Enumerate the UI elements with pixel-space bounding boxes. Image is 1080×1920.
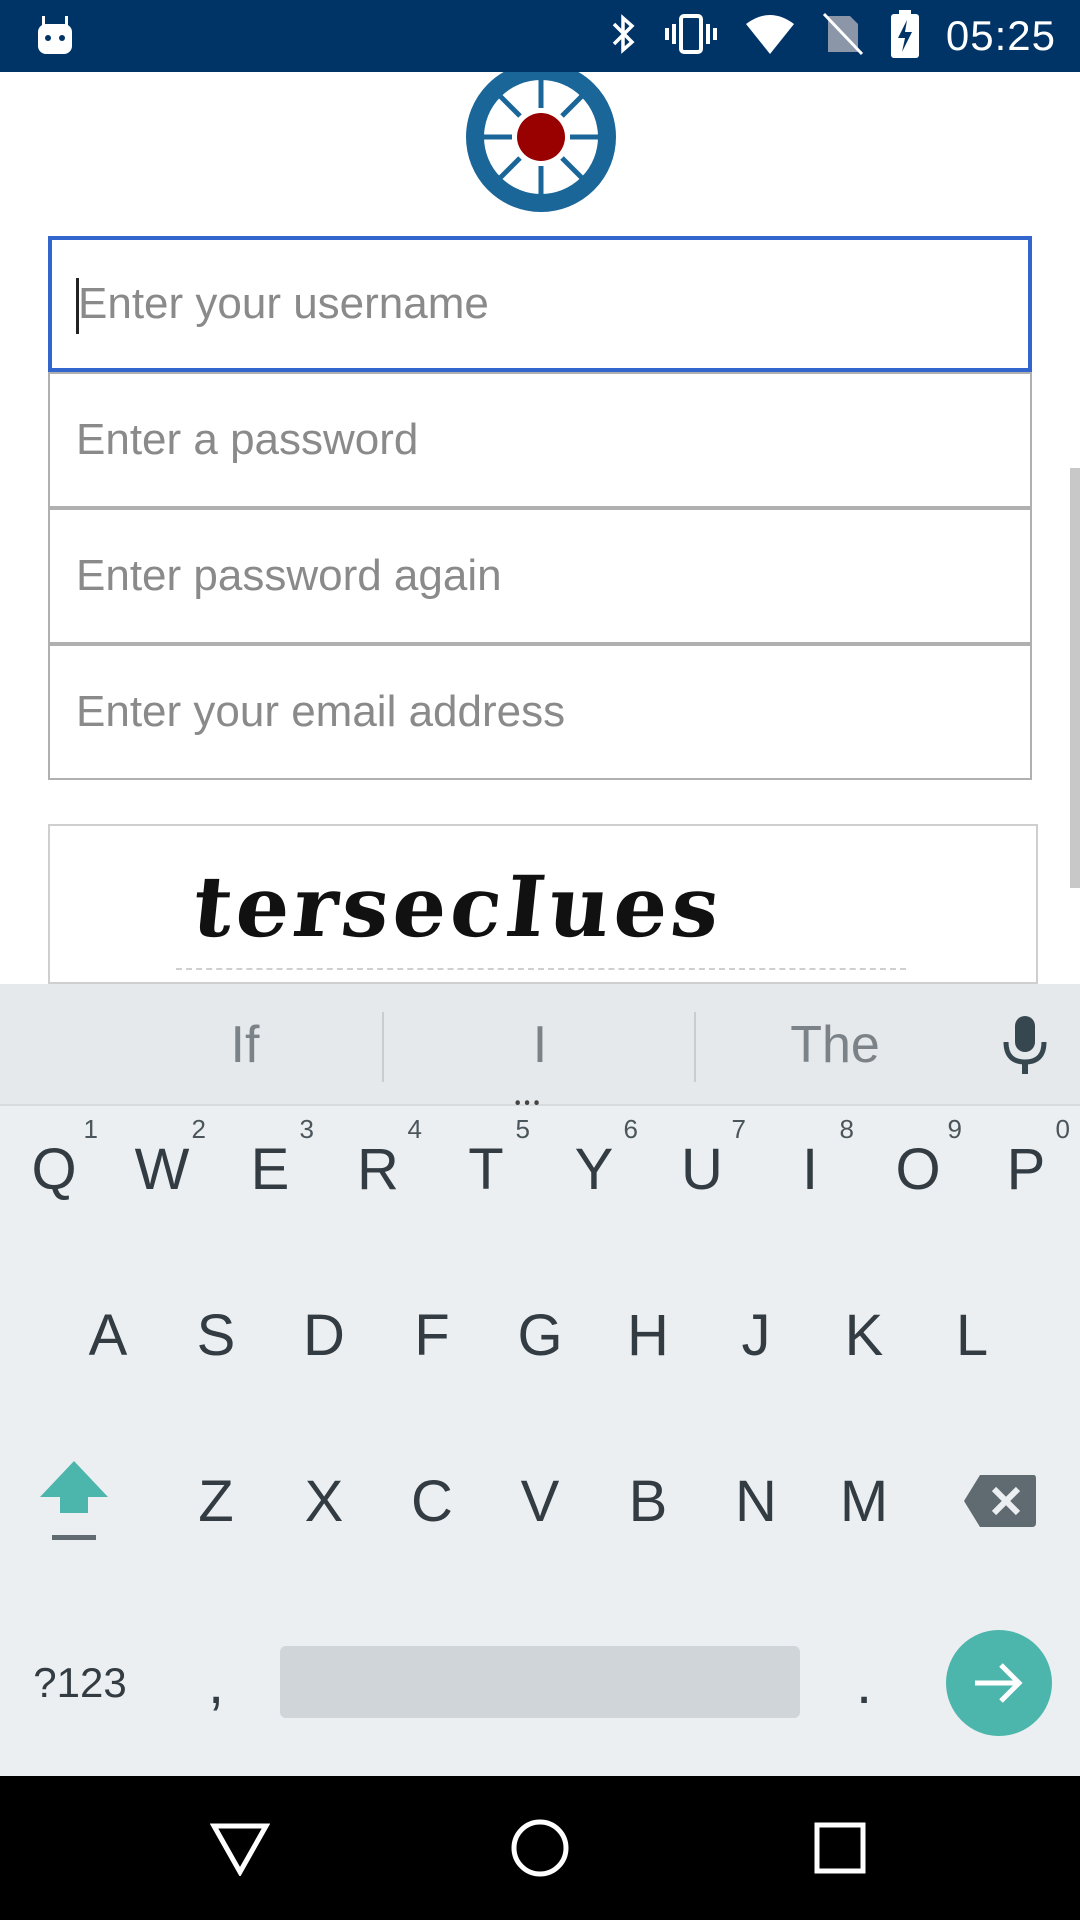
key-label: I <box>801 1136 819 1202</box>
key-hint: 8 <box>839 1114 854 1144</box>
backspace-icon <box>964 1475 1036 1527</box>
key-x[interactable]: X <box>274 1436 374 1566</box>
key-label: W <box>134 1136 190 1202</box>
suggestion-divider <box>382 1012 384 1082</box>
key-hint: 6 <box>623 1114 638 1144</box>
space-bar[interactable] <box>280 1646 800 1718</box>
status-bar: 05:25 <box>0 0 1080 72</box>
password-again-field[interactable]: Enter password again <box>48 508 1032 644</box>
suggestion-2[interactable]: I <box>400 984 680 1106</box>
home-button[interactable] <box>470 1776 610 1920</box>
email-field[interactable]: Enter your email address <box>48 644 1032 780</box>
shift-icon <box>40 1461 108 1540</box>
captcha-box: tersecIues <box>48 824 1038 984</box>
key-label: P <box>1006 1136 1046 1202</box>
recents-square-icon <box>814 1822 866 1874</box>
soft-keyboard: If I The ••• Q1 W2 E3 R4 T5 Y6 U7 I8 O9 … <box>0 984 1080 1776</box>
comma-key[interactable]: , <box>166 1618 266 1748</box>
key-label: Y <box>574 1136 614 1202</box>
back-button[interactable] <box>170 1776 310 1920</box>
key-g[interactable]: G <box>490 1270 590 1400</box>
key-l[interactable]: L <box>922 1270 1022 1400</box>
app-logo <box>464 72 618 214</box>
signup-form: Enter your username Enter a password Ent… <box>0 72 1080 984</box>
key-t[interactable]: T5 <box>436 1104 536 1234</box>
key-hint: 5 <box>515 1114 530 1144</box>
key-r[interactable]: R4 <box>328 1104 428 1234</box>
battery-charging-icon <box>890 10 920 62</box>
key-w[interactable]: W2 <box>112 1104 212 1234</box>
password-again-placeholder: Enter password again <box>76 551 502 600</box>
key-o[interactable]: O9 <box>868 1104 968 1234</box>
key-i[interactable]: I8 <box>760 1104 860 1234</box>
key-hint: 9 <box>947 1114 962 1144</box>
key-a[interactable]: A <box>58 1270 158 1400</box>
password-placeholder: Enter a password <box>76 415 419 464</box>
key-hint: 4 <box>407 1114 422 1144</box>
key-p[interactable]: P0 <box>976 1104 1076 1234</box>
key-label: T <box>468 1136 504 1202</box>
key-hint: 1 <box>83 1114 98 1144</box>
key-label: R <box>357 1136 399 1202</box>
bluetooth-icon <box>608 12 638 60</box>
key-f[interactable]: F <box>382 1270 482 1400</box>
android-icon <box>36 14 74 60</box>
key-k[interactable]: K <box>814 1270 914 1400</box>
key-y[interactable]: Y6 <box>544 1104 644 1234</box>
arrow-right-icon <box>975 1663 1023 1703</box>
clock: 05:25 <box>945 12 1056 59</box>
navigation-bar <box>0 1776 1080 1920</box>
username-field[interactable]: Enter your username <box>48 236 1032 372</box>
key-label: Q <box>31 1136 77 1202</box>
key-label: O <box>895 1136 941 1202</box>
key-e[interactable]: E3 <box>220 1104 320 1234</box>
key-j[interactable]: J <box>706 1270 806 1400</box>
suggestion-divider <box>694 1012 696 1082</box>
key-h[interactable]: H <box>598 1270 698 1400</box>
backspace-key[interactable] <box>950 1436 1050 1566</box>
wifi-icon <box>744 12 796 60</box>
key-label: U <box>681 1136 723 1202</box>
vibrate-icon <box>664 12 718 60</box>
shift-key[interactable] <box>24 1436 124 1566</box>
key-n[interactable]: N <box>706 1436 806 1566</box>
key-m[interactable]: M <box>814 1436 914 1566</box>
key-hint: 7 <box>731 1114 746 1144</box>
key-hint: 3 <box>299 1114 314 1144</box>
key-d[interactable]: D <box>274 1270 374 1400</box>
recents-button[interactable] <box>770 1776 910 1920</box>
home-circle-icon <box>511 1819 569 1877</box>
username-placeholder: Enter your username <box>78 279 489 328</box>
suggestion-1[interactable]: If <box>120 984 370 1106</box>
back-triangle-icon <box>210 1823 270 1876</box>
password-field[interactable]: Enter a password <box>48 372 1032 508</box>
key-c[interactable]: C <box>382 1436 482 1566</box>
captcha-image: tersecIues <box>188 846 910 960</box>
next-button[interactable] <box>946 1630 1052 1736</box>
scrollbar[interactable] <box>1070 468 1080 888</box>
captcha-text: tersecIues <box>190 857 728 956</box>
email-placeholder: Enter your email address <box>76 687 566 736</box>
suggestion-strip: If I The ••• <box>0 984 1080 1117</box>
suggestion-3[interactable]: The <box>710 984 960 1106</box>
key-u[interactable]: U7 <box>652 1104 752 1234</box>
key-hint: 2 <box>191 1114 206 1144</box>
key-s[interactable]: S <box>166 1270 266 1400</box>
key-z[interactable]: Z <box>166 1436 266 1566</box>
key-q[interactable]: Q1 <box>4 1104 104 1234</box>
key-label: E <box>250 1136 290 1202</box>
key-hint: 0 <box>1055 1114 1070 1144</box>
key-v[interactable]: V <box>490 1436 590 1566</box>
period-key[interactable]: . <box>814 1618 914 1748</box>
captcha-divider <box>176 968 906 970</box>
no-sim-icon <box>822 12 864 60</box>
symbols-key[interactable]: ?123 <box>20 1618 140 1748</box>
microphone-icon[interactable] <box>998 1014 1052 1082</box>
key-b[interactable]: B <box>598 1436 698 1566</box>
